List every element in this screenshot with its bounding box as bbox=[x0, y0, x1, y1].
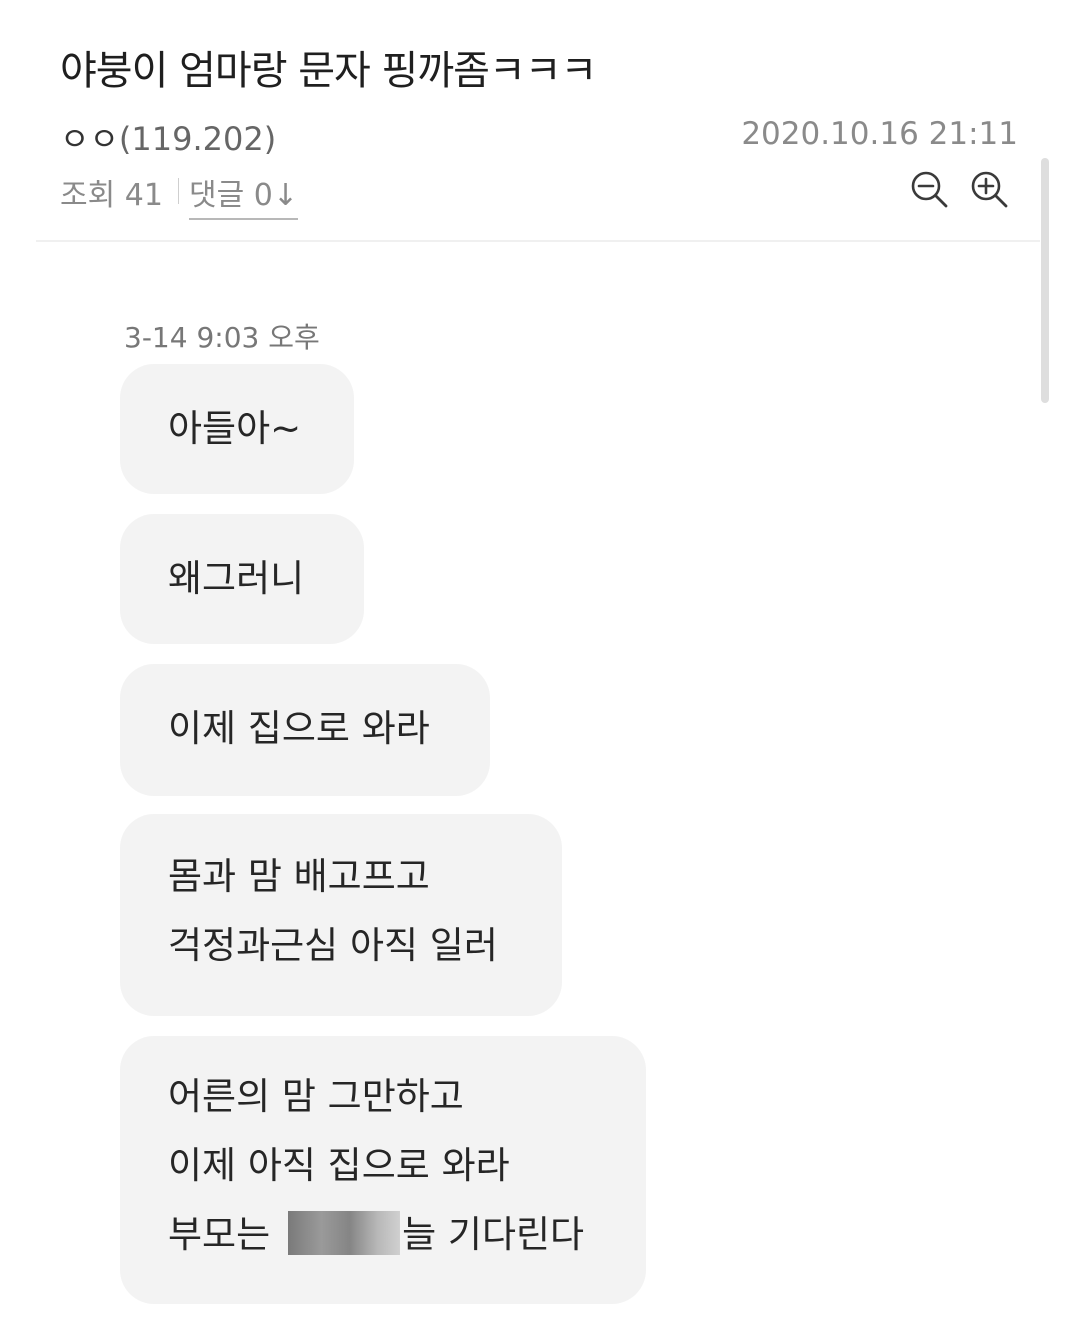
zoom-in-icon bbox=[971, 171, 1008, 208]
meta-row: 조회 41 댓글 0↓ bbox=[60, 168, 1018, 220]
header-divider bbox=[36, 240, 1040, 242]
message-bubble: 이제 집으로 와라 bbox=[120, 664, 490, 796]
message-line: 부모는 늘 기다린다 bbox=[168, 1200, 646, 1269]
message-line: 이제 아직 집으로 와라 bbox=[168, 1144, 510, 1187]
message-bubble: 어른의 맘 그만하고 이제 아직 집으로 와라 부모는 늘 기다린다 bbox=[120, 1036, 646, 1304]
message-line: 어른의 맘 그만하고 bbox=[168, 1075, 464, 1118]
author-ip: (119.202) bbox=[118, 120, 277, 158]
message-text: 늘 기다린다 bbox=[402, 1213, 585, 1256]
scrollbar[interactable] bbox=[1041, 158, 1049, 403]
message-line: 이제 집으로 와라 bbox=[168, 707, 430, 750]
message-bubble: 왜그러니 bbox=[120, 514, 364, 644]
message-bubble: 몸과 맘 배고프고 걱정과근심 아직 일러 bbox=[120, 814, 562, 1016]
message-line: 몸과 맘 배고프고 bbox=[168, 855, 430, 898]
zoom-out-icon bbox=[911, 171, 948, 208]
message-line: 아들아~ bbox=[168, 407, 302, 450]
message-line: 걱정과근심 아직 일러 bbox=[168, 924, 498, 967]
author: ㅇㅇ(119.202) bbox=[60, 114, 276, 160]
view-count: 조회 41 bbox=[60, 178, 163, 213]
message-text: 부모는 bbox=[168, 1213, 271, 1256]
post-date: 2020.10.16 21:11 bbox=[741, 116, 1018, 152]
message-bubble: 아들아~ bbox=[120, 364, 354, 494]
meta-divider bbox=[178, 178, 179, 204]
post-title: 야붕이 엄마랑 문자 핑까좀ㅋㅋㅋ bbox=[60, 48, 597, 94]
redaction-blur bbox=[288, 1211, 401, 1255]
zoom-in-button[interactable] bbox=[968, 168, 1012, 212]
message-timestamp: 3-14 9:03 오후 bbox=[124, 321, 320, 354]
comments-link[interactable]: 댓글 0↓ bbox=[189, 170, 298, 220]
author-row: ㅇㅇ(119.202) 2020.10.16 21:11 bbox=[60, 114, 1018, 158]
author-name: ㅇㅇ bbox=[60, 120, 119, 158]
message-line: 왜그러니 bbox=[168, 557, 305, 600]
zoom-out-button[interactable] bbox=[908, 168, 952, 212]
